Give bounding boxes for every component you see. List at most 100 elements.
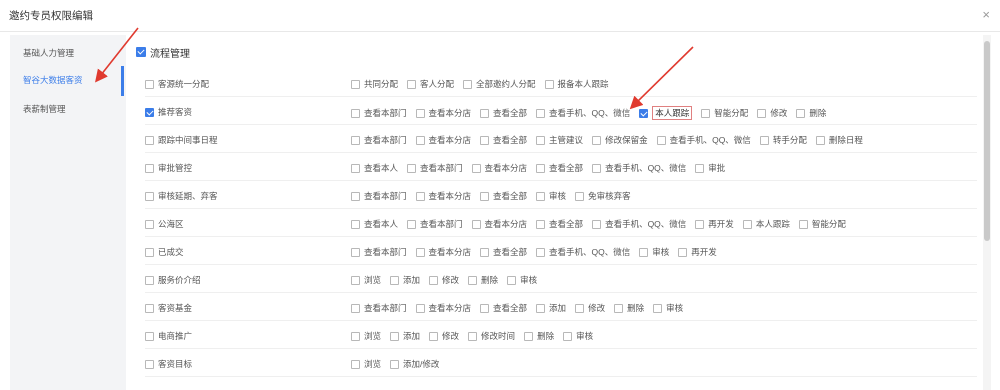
permission-checkbox[interactable] [351,108,360,118]
permission-option[interactable]: 查看手机、QQ、微信 [592,218,686,230]
permission-option[interactable]: 查看全部 [536,162,583,174]
permission-checkbox[interactable] [351,135,360,145]
permission-option[interactable]: 添加 [536,302,566,314]
permission-checkbox[interactable] [351,163,360,173]
permission-checkbox[interactable] [351,303,360,313]
permission-option[interactable]: 查看本分店 [471,218,527,230]
permission-option[interactable]: 客人分配 [407,78,454,90]
permission-option[interactable]: 查看本部门 [351,134,407,146]
permission-option[interactable]: 查看本分店 [471,162,527,174]
permission-checkbox[interactable] [468,275,478,285]
permission-checkbox[interactable] [536,303,546,313]
permission-checkbox[interactable] [463,79,473,89]
permission-checkbox[interactable] [544,79,554,89]
permission-option[interactable]: 再开发 [678,246,717,258]
permission-checkbox[interactable] [757,108,767,118]
permission-option[interactable]: 浏览 [351,330,381,342]
permission-checkbox[interactable] [390,359,400,369]
permission-option[interactable]: 查看本分店 [415,107,471,119]
permission-option[interactable]: 查看全部 [536,218,583,230]
permission-option[interactable]: 审核 [536,190,566,202]
permission-option[interactable]: 查看全部 [480,134,527,146]
permission-checkbox[interactable] [524,331,534,341]
permission-option[interactable]: 修改时间 [468,330,515,342]
module-checkbox[interactable] [145,359,154,369]
permission-checkbox[interactable] [415,247,425,257]
sidebar-item-basic-hr[interactable]: 基础人力管理 [10,40,126,66]
permission-checkbox[interactable] [390,331,400,341]
permission-checkbox[interactable] [653,303,663,313]
permission-checkbox[interactable] [415,303,425,313]
permission-option[interactable]: 添加 [390,330,420,342]
module-checkbox[interactable] [145,219,154,229]
permission-checkbox[interactable] [480,303,490,313]
permission-checkbox[interactable] [468,331,478,341]
permission-checkbox[interactable] [796,108,806,118]
permission-option[interactable]: 审核 [653,302,683,314]
module-checkbox[interactable] [145,247,154,257]
permission-option[interactable]: 查看本分店 [415,246,471,258]
module-checkbox[interactable] [145,163,154,173]
permission-option[interactable]: 修改 [429,330,459,342]
module-checkbox[interactable] [145,79,154,89]
permission-checkbox[interactable] [701,108,711,118]
permission-option[interactable]: 查看本分店 [415,134,471,146]
permission-checkbox[interactable] [592,135,602,145]
permission-checkbox[interactable] [695,219,705,229]
permission-checkbox[interactable] [815,135,825,145]
permission-option[interactable]: 审核 [639,246,669,258]
permission-checkbox[interactable] [351,79,360,89]
permission-option[interactable]: 查看本人 [351,218,398,230]
permission-option[interactable]: 删除 [796,107,826,119]
permission-checkbox[interactable] [351,247,360,257]
permission-checkbox[interactable] [429,275,439,285]
permission-option[interactable]: 浏览 [351,358,381,370]
permission-checkbox[interactable] [742,219,752,229]
permission-checkbox[interactable] [695,163,705,173]
permission-option[interactable]: 转手分配 [759,134,807,146]
permission-checkbox[interactable] [536,247,546,257]
permission-checkbox[interactable] [639,108,649,118]
permission-option[interactable]: 查看本部门 [351,190,407,202]
module-checkbox[interactable] [145,135,154,145]
permission-checkbox[interactable] [536,219,546,229]
permission-option[interactable]: 修改 [757,107,787,119]
permission-checkbox[interactable] [407,163,417,173]
module-checkbox[interactable] [145,107,154,117]
permission-option[interactable]: 本人跟踪 [742,218,790,230]
permission-option[interactable]: 审核 [563,330,593,342]
permission-checkbox[interactable] [390,275,400,285]
permission-checkbox[interactable] [480,135,490,145]
permission-option[interactable]: 修改保留金 [592,134,648,146]
permission-checkbox[interactable] [471,163,481,173]
sidebar-item-bigdata-leads[interactable]: 智谷大数据客资 [10,67,126,93]
permission-option[interactable]: 查看本人 [351,162,398,174]
permission-checkbox[interactable] [415,191,425,201]
permission-checkbox[interactable] [407,219,417,229]
permission-option[interactable]: 查看本分店 [415,190,471,202]
permission-option[interactable]: 浏览 [351,274,381,286]
permission-checkbox[interactable] [639,247,649,257]
permission-option[interactable]: 查看全部 [480,246,527,258]
permission-option[interactable]: 审批 [695,162,725,174]
permission-option[interactable]: 查看全部 [480,107,527,119]
permission-option[interactable]: 查看本部门 [351,107,407,119]
permission-option[interactable]: 共同分配 [351,78,398,90]
scrollbar[interactable] [983,35,991,390]
permission-option[interactable]: 查看全部 [480,302,527,314]
permission-checkbox[interactable] [759,135,769,145]
permission-checkbox[interactable] [480,108,490,118]
permission-option[interactable]: 查看手机、QQ、微信 [536,107,630,119]
permission-checkbox[interactable] [592,219,602,229]
permission-checkbox[interactable] [575,191,585,201]
permission-option[interactable]: 免审核弃客 [575,190,631,202]
permission-option[interactable]: 修改 [429,274,459,286]
permission-option[interactable]: 查看本分店 [415,302,471,314]
permission-checkbox[interactable] [351,275,360,285]
permission-checkbox[interactable] [480,247,490,257]
close-icon[interactable]: × [982,7,990,23]
permission-option[interactable]: 修改 [575,302,605,314]
permission-option[interactable]: 删除 [614,302,644,314]
permission-option[interactable]: 报备本人跟踪 [544,78,609,90]
permission-option[interactable]: 审核 [507,274,537,286]
